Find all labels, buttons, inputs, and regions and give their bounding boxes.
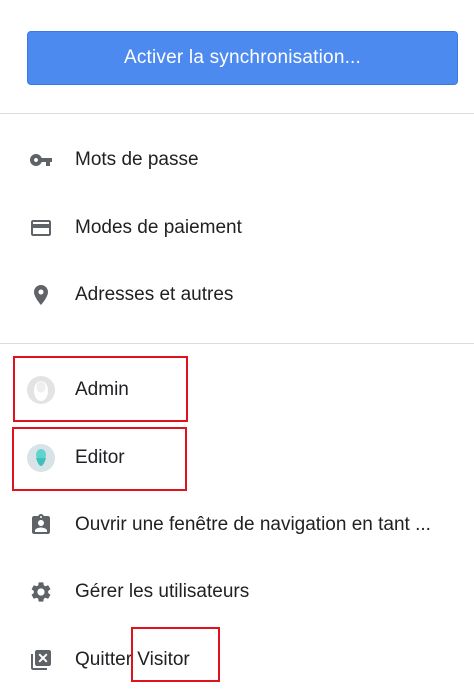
menu-item-manage-users[interactable]: Gérer les utilisateurs: [0, 567, 474, 617]
menu-item-label: Mots de passe: [75, 149, 199, 170]
guest-badge-icon: [29, 513, 53, 537]
menu-item-payment-methods[interactable]: Modes de paiement: [0, 203, 474, 253]
credit-card-icon: [29, 216, 53, 240]
menu-item-label: Ouvrir une fenêtre de navigation en tant…: [75, 514, 431, 535]
menu-item-label: Quitter Visitor: [75, 649, 190, 670]
key-icon: [29, 148, 53, 172]
close-box-icon: [29, 648, 53, 672]
menu-item-label: Gérer les utilisateurs: [75, 581, 250, 602]
menu-item-quit-visitor[interactable]: Quitter Visitor: [0, 635, 474, 685]
divider: [0, 113, 474, 114]
profile-label: Admin: [75, 379, 129, 400]
profile-label: Editor: [75, 447, 125, 468]
profile-item-editor[interactable]: Editor: [0, 433, 474, 483]
sync-button-label: Activer la synchronisation...: [123, 47, 362, 68]
sync-button[interactable]: Activer la synchronisation...: [27, 31, 458, 85]
menu-item-open-guest-window[interactable]: Ouvrir une fenêtre de navigation en tant…: [0, 500, 474, 550]
avatar-teal-icon: [27, 444, 55, 472]
gear-icon: [29, 580, 53, 604]
divider: [0, 343, 474, 344]
menu-item-label: Adresses et autres: [75, 284, 234, 305]
profile-item-admin[interactable]: Admin: [0, 365, 474, 415]
menu-item-label: Modes de paiement: [75, 217, 242, 238]
location-pin-icon: [29, 283, 53, 307]
menu-item-addresses[interactable]: Adresses et autres: [0, 270, 474, 320]
avatar-grey-icon: [27, 376, 55, 404]
menu-item-passwords[interactable]: Mots de passe: [0, 135, 474, 185]
